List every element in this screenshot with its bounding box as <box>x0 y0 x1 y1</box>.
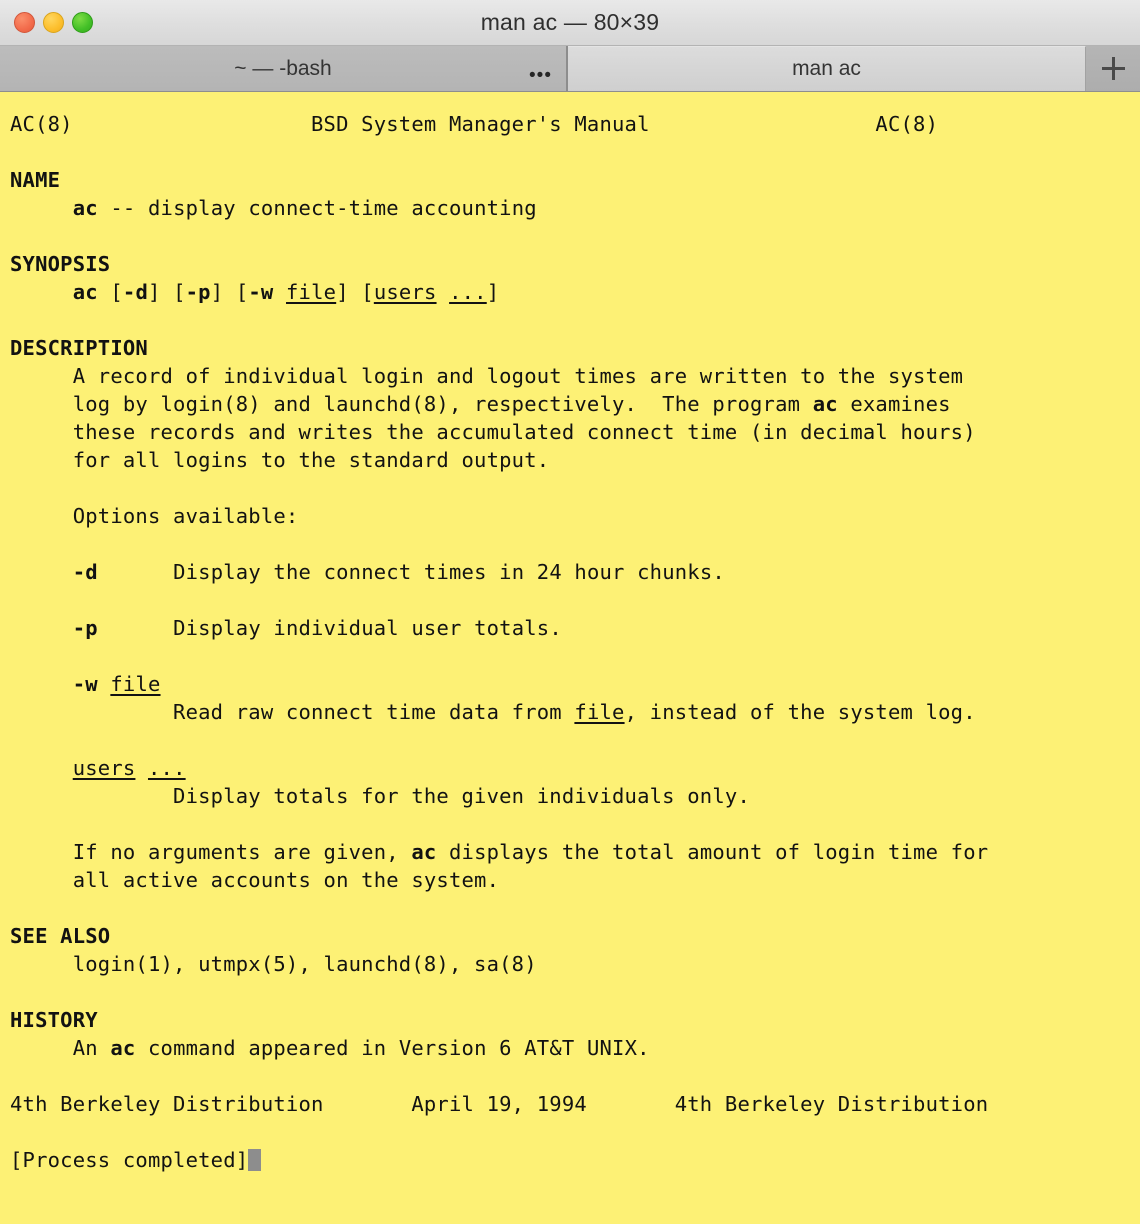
terminal-content[interactable]: AC(8) BSD System Manager's Manual AC(8) … <box>0 92 1140 1223</box>
tab-bash-label: ~ — -bash <box>234 56 332 80</box>
tab-overflow-icon[interactable]: ••• <box>529 66 552 85</box>
tab-man-ac-label: man ac <box>792 57 861 80</box>
window-title: man ac — 80×39 <box>480 9 660 35</box>
tab-bar: ~ — -bash ••• man ac <box>0 46 1140 92</box>
terminal-window: man ac — 80×39 ~ — -bash ••• man ac AC(8… <box>0 0 1140 1224</box>
plus-icon-vertical <box>1111 57 1115 80</box>
tab-man-ac[interactable]: man ac <box>568 46 1086 91</box>
tab-bash[interactable]: ~ — -bash ••• <box>0 46 568 91</box>
close-button[interactable] <box>14 12 35 33</box>
manpage-text: AC(8) BSD System Manager's Manual AC(8) … <box>10 112 989 1172</box>
window-controls <box>14 0 93 45</box>
minimize-button[interactable] <box>43 12 64 33</box>
new-tab-button[interactable] <box>1086 46 1140 91</box>
title-bar: man ac — 80×39 <box>0 0 1140 46</box>
maximize-button[interactable] <box>72 12 93 33</box>
